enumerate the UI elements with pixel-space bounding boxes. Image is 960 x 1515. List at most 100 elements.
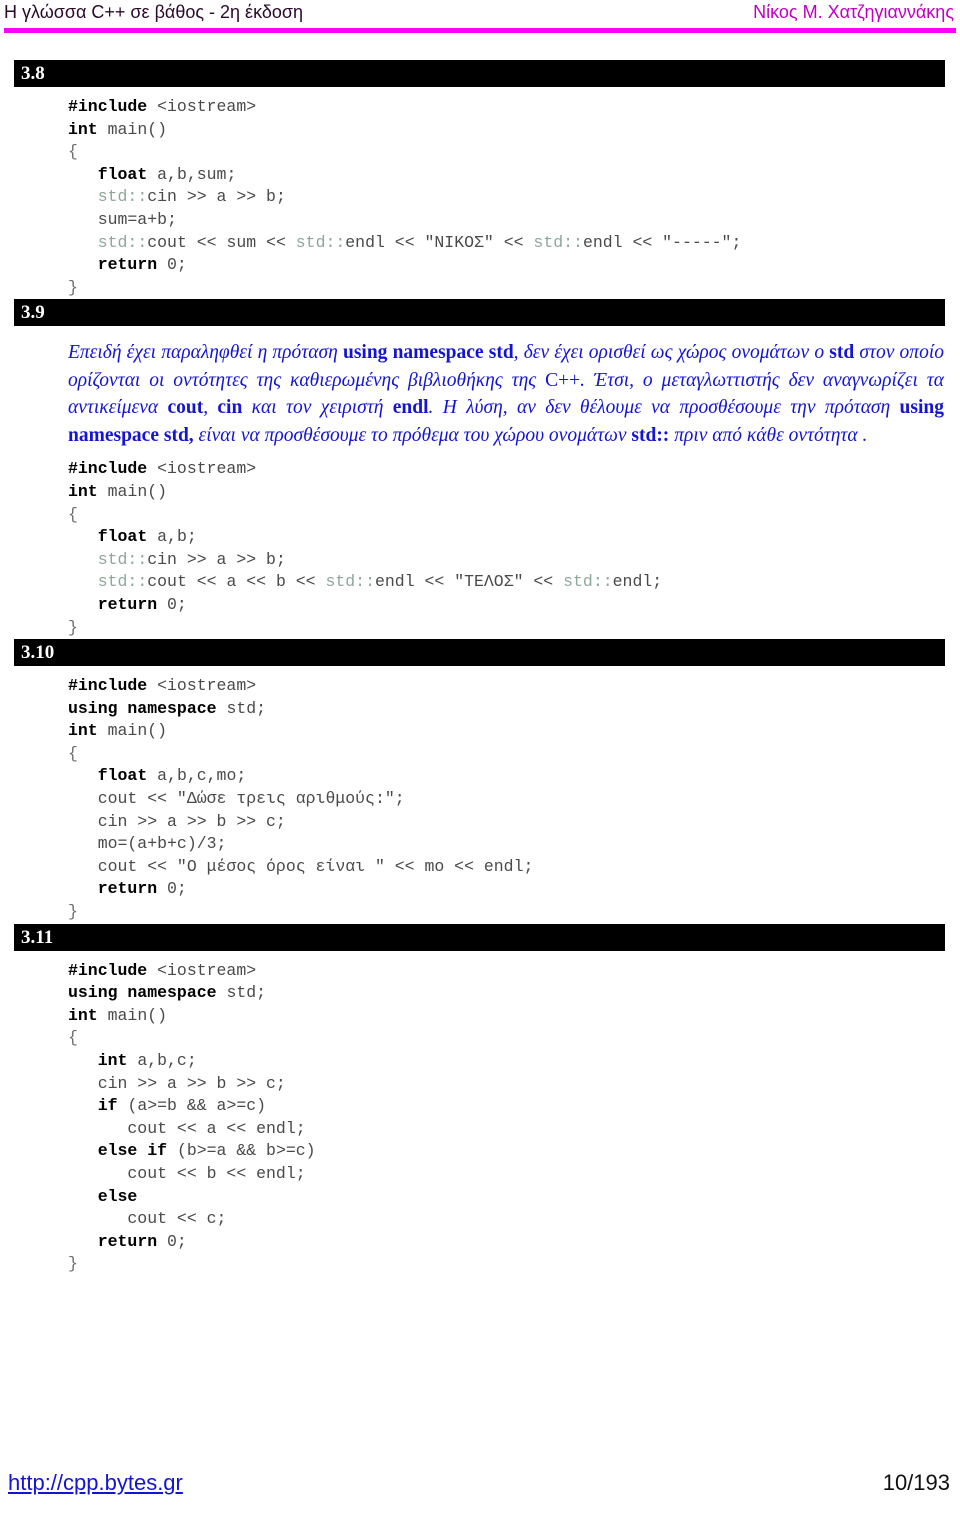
code-line: { [68,1027,960,1050]
code-token: cout << a << endl; [68,1118,306,1138]
code-line: #include <iostream> [68,675,960,698]
code-token: a,b,sum; [157,164,237,184]
code-token: std:: [533,232,583,252]
code-token: <iostream> [157,459,257,479]
code-token: return [97,879,168,899]
code-token: (a>=b && a>=c) [127,1096,267,1116]
code-token: main() [107,119,168,139]
footer-page-number: 10/193 [882,1470,950,1495]
code-line: int main() [68,481,960,504]
code-token: 0; [167,1231,187,1251]
page-footer: http://cpp.bytes.gr 10/193 [0,1470,960,1510]
code-token: #include [68,960,158,980]
section-3.8: 3.8 #include <iostream> int main(){ float … [0,60,960,299]
code-token: { [68,1028,78,1048]
code-token: 0; [167,594,187,614]
code-token: } [68,902,78,922]
code-token: a,b,c; [137,1051,197,1070]
code-line: mo=(a+b+c)/3; [68,833,960,856]
code-token: 0; [167,879,187,899]
section-banner-3.11: 3.11 [14,923,945,951]
code-token: std; [226,698,267,718]
code-token: int [68,119,108,139]
code-token: endl << "-----"; [582,232,742,252]
code-token: using namespace [68,983,227,1003]
code-token: } [68,277,78,297]
code-token: std:: [325,572,375,592]
code-token: int [97,1051,138,1070]
code-token: { [68,504,78,524]
code-token: sum=a+b; [68,209,177,229]
footer-website-link[interactable]: http://cpp.bytes.gr [8,1470,183,1496]
code-token: int [68,481,108,501]
section-3.9: 3.9 Επειδή έχει παραληφθεί η πρόταση usin… [0,299,960,639]
code-line: using namespace std; [68,698,960,721]
code-line: { [68,743,960,766]
code-line: cin >> a >> b >> c; [68,811,960,834]
code-line: std::cout << a << b << std::endl << "ΤΕΛ… [68,571,960,594]
section-banner-3.9: 3.9 [14,299,945,327]
code-token: float [97,766,158,786]
code-token: <iostream> [157,960,257,980]
code-token: { [68,743,78,763]
code-line: cout << b << endl; [68,1163,960,1186]
code-token: #include [68,97,158,116]
code-line: } [68,1253,960,1276]
section-number: 3.8 [21,63,45,84]
code-token: std:: [97,549,148,569]
explanation-paragraph: Επειδή έχει παραληφθεί η πρόταση using n… [68,342,944,446]
code-line: float a,b; [68,526,960,549]
code-line: int a,b,c; [68,1050,960,1073]
code-line: using namespace std; [68,982,960,1005]
code-line: cout << c; [68,1208,960,1231]
code-token: cout << c; [68,1209,227,1229]
code-token: mo=(a+b+c)/3; [68,834,227,854]
code-token: std:: [295,232,346,252]
header-author-name: Νίκος Μ. Χατζηγιαννάκης [753,2,954,22]
code-token: endl << "ΝΙΚΟΣ" << [345,232,534,252]
code-line: sum=a+b; [68,209,960,232]
code-line: int main() [68,1005,960,1028]
code-token: return [97,594,168,614]
code-token: } [68,1254,78,1274]
code-listing-3.10: #include <iostream> using namespace std; i… [68,675,960,924]
code-line: std::cin >> a >> b; [68,549,960,572]
code-token: <iostream> [157,676,257,696]
code-line: { [68,141,960,164]
sections-container: 3.8 #include <iostream> int main(){ float … [0,60,960,1276]
code-token: (b>=a && b>=c) [176,1141,316,1161]
code-token: #include [68,459,158,479]
section-3.10: 3.10 #include <iostream> using namespace s… [0,639,960,924]
code-line: #include <iostream> [68,96,960,119]
code-token: std; [226,983,267,1003]
code-line: cout << "Ο μέσος όρος είναι " << mo << e… [68,856,960,879]
code-token: main() [107,1005,168,1025]
header-book-title: Η γλώσσα C++ σε βάθος - 2η έκδοση [4,2,303,22]
code-listing-3.9: #include <iostream> int main(){ float a,b… [68,458,960,639]
code-token: return [97,1231,168,1251]
code-line: std::cout << sum << std::endl << "ΝΙΚΟΣ"… [68,232,960,255]
section-3.11: 3.11 #include <iostream> using namespace s… [0,923,960,1276]
document-content: 3.8 #include <iostream> int main(){ float … [0,60,960,1276]
header-rule [4,28,956,33]
section-number: 3.9 [21,302,45,324]
section-banner-3.8: 3.8 [14,60,945,87]
code-line: } [68,617,960,640]
code-token: endl << "ΤΕΛΟΣ" << [374,572,564,592]
code-token: cin >> a >> b >> c; [68,1073,286,1093]
code-line: int main() [68,720,960,743]
code-line: int main() [68,119,960,142]
